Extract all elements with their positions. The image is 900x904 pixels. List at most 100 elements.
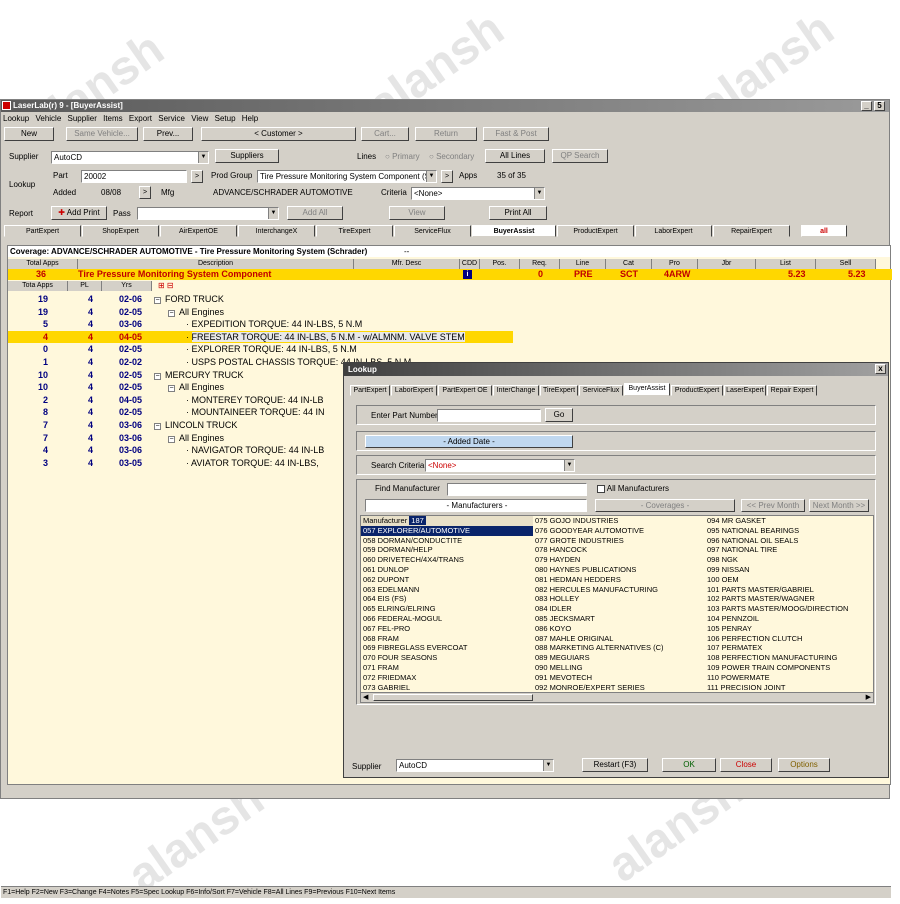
tab-product-expert[interactable]: ProductExpert bbox=[557, 225, 634, 237]
list-item[interactable]: 091 MEVOTECH bbox=[533, 673, 705, 683]
prod-group-next-button[interactable]: > bbox=[441, 170, 453, 183]
same-vehicle-button[interactable]: Same Vehicle... bbox=[66, 127, 138, 141]
expand-all-icon[interactable]: ⊞ ⊟ bbox=[158, 281, 174, 290]
cart-button[interactable]: Cart... bbox=[361, 127, 409, 141]
col-total-apps[interactable]: Total Apps bbox=[8, 259, 78, 269]
find-mfr-input[interactable] bbox=[447, 483, 587, 496]
list-item[interactable]: 081 HEDMAN HEDDERS bbox=[533, 575, 705, 585]
search-criteria-select[interactable]: <None> ▼ bbox=[425, 459, 575, 472]
list-item[interactable]: 084 IDLER bbox=[533, 604, 705, 614]
list-item[interactable]: 098 NGK bbox=[705, 555, 873, 565]
list-item[interactable]: 062 DUPONT bbox=[361, 575, 533, 585]
dialog-tab[interactable]: ServiceFlux bbox=[579, 385, 623, 396]
dialog-tab[interactable]: Repair Expert bbox=[767, 385, 817, 396]
table-row[interactable]: 4 4 04-05 · FREESTAR TORQUE: 44 IN-LBS, 5 N… bbox=[8, 330, 513, 343]
part-number-field[interactable]: 20002 bbox=[81, 170, 187, 183]
col-req[interactable]: Req. bbox=[520, 259, 560, 269]
col-pro[interactable]: Pro bbox=[652, 259, 698, 269]
dialog-tab[interactable]: BuyerAssist bbox=[624, 383, 670, 396]
added-date-button[interactable]: - Added Date - bbox=[365, 435, 573, 448]
menu-view[interactable]: View bbox=[189, 114, 210, 123]
tab-buyer-assist[interactable]: BuyerAssist bbox=[472, 225, 556, 237]
list-item[interactable]: 069 FIBREGLASS EVERCOAT bbox=[361, 643, 533, 653]
menu-service[interactable]: Service bbox=[156, 114, 187, 123]
subcol-pl[interactable]: PL bbox=[68, 281, 102, 291]
list-item[interactable]: 089 MEGUIARS bbox=[533, 653, 705, 663]
all-manufacturers-checkbox[interactable]: All Manufacturers bbox=[597, 484, 669, 493]
list-item[interactable]: 099 NISSAN bbox=[705, 565, 873, 575]
list-item[interactable]: 090 MELLING bbox=[533, 663, 705, 673]
subcol-total-apps[interactable]: Tota Apps bbox=[8, 281, 68, 291]
scroll-left-icon[interactable]: ◀ bbox=[363, 693, 368, 701]
fast-post-button[interactable]: Fast & Post bbox=[483, 127, 549, 141]
prod-group-select[interactable]: Tire Pressure Monitoring System Componen… bbox=[257, 170, 437, 183]
options-button[interactable]: Options bbox=[778, 758, 830, 772]
tab-shop-expert[interactable]: ShopExpert bbox=[82, 225, 159, 237]
table-row[interactable]: 5 4 03-06 · EXPEDITION TORQUE: 44 IN-LBS, 5… bbox=[8, 318, 513, 330]
add-print-button[interactable]: ✚ Add Print bbox=[51, 206, 107, 220]
collapse-toggle-icon[interactable]: − bbox=[154, 297, 161, 304]
collapse-toggle-icon[interactable]: − bbox=[154, 423, 161, 430]
list-item[interactable]: 106 PERFECTION CLUTCH bbox=[705, 634, 873, 644]
list-item[interactable]: 071 FRAM bbox=[361, 663, 533, 673]
menu-help[interactable]: Help bbox=[240, 114, 260, 123]
tab-air-expert-oe[interactable]: AirExpertOE bbox=[160, 225, 237, 237]
dialog-supplier-select[interactable]: AutoCD ▼ bbox=[396, 759, 554, 772]
list-item[interactable]: 092 MONROE/EXPERT SERIES bbox=[533, 683, 705, 693]
all-lines-button[interactable]: All Lines bbox=[485, 149, 545, 163]
dialog-tab[interactable]: PartExpert OE bbox=[438, 385, 492, 396]
list-item[interactable]: 067 FEL-PRO bbox=[361, 624, 533, 634]
list-item[interactable]: 108 PERFECTION MANUFACTURING bbox=[705, 653, 873, 663]
list-item[interactable]: 060 DRIVETECH/4X4/TRANS bbox=[361, 555, 533, 565]
col-sell[interactable]: Sell bbox=[816, 259, 876, 269]
return-button[interactable]: Return bbox=[415, 127, 477, 141]
list-item[interactable]: 058 DORMAN/CONDUCTITE bbox=[361, 536, 533, 546]
col-description[interactable]: Description bbox=[78, 259, 354, 269]
dialog-part-number-input[interactable] bbox=[437, 409, 541, 422]
collapse-toggle-icon[interactable]: − bbox=[168, 309, 175, 317]
list-item[interactable]: 088 MARKETING ALTERNATIVES (C) bbox=[533, 643, 705, 653]
horizontal-scrollbar[interactable]: ◀ ▶ bbox=[361, 692, 873, 702]
list-item[interactable]: 059 DORMAN/HELP bbox=[361, 545, 533, 555]
col-cat[interactable]: Cat bbox=[606, 259, 652, 269]
summary-row[interactable]: 36 Tire Pressure Monitoring System Compo… bbox=[8, 269, 892, 280]
list-item[interactable]: 065 ELRING/ELRING bbox=[361, 604, 533, 614]
table-row[interactable]: 19 4 02-05 − All Engines bbox=[8, 306, 513, 318]
added-next-button[interactable]: > bbox=[139, 186, 151, 199]
tab-tire-expert[interactable]: TireExpert bbox=[316, 225, 393, 237]
tab-service-flux[interactable]: ServiceFlux bbox=[394, 225, 471, 237]
print-all-button[interactable]: Print All bbox=[489, 206, 547, 220]
list-item[interactable]: 105 PENRAY bbox=[705, 624, 873, 634]
list-item[interactable]: 057 EXPLORER/AUTOMOTIVE bbox=[361, 525, 533, 536]
manufacturer-list[interactable]: Manufacturer 187 057 EXPLORER/AUTOMOTIVE… bbox=[360, 515, 874, 703]
new-button[interactable]: New bbox=[4, 127, 54, 141]
list-item[interactable]: 085 JECKSMART bbox=[533, 614, 705, 624]
customer-button[interactable]: < Customer > bbox=[201, 127, 356, 141]
suppliers-button[interactable]: Suppliers bbox=[215, 149, 279, 163]
list-item[interactable]: 094 MR GASKET bbox=[705, 516, 873, 526]
secondary-radio[interactable]: ○ Secondary bbox=[429, 152, 474, 161]
list-item[interactable]: 063 EDELMANN bbox=[361, 585, 533, 595]
menu-supplier[interactable]: Supplier bbox=[66, 114, 99, 123]
col-mfr-desc[interactable]: Mfr. Desc bbox=[354, 259, 460, 269]
list-item[interactable]: 109 POWER TRAIN COMPONENTS bbox=[705, 663, 873, 673]
list-item[interactable]: 064 EIS (FS) bbox=[361, 594, 533, 604]
list-item[interactable]: 061 DUNLOP bbox=[361, 565, 533, 575]
list-item[interactable]: 111 PRECISION JOINT bbox=[705, 683, 873, 693]
add-all-button[interactable]: Add All bbox=[287, 206, 343, 220]
list-item[interactable]: 110 POWERMATE bbox=[705, 673, 873, 683]
part-next-button[interactable]: > bbox=[191, 170, 203, 183]
dialog-tab[interactable]: InterChange bbox=[493, 385, 539, 396]
table-row[interactable]: 0 4 02-05 · EXPLORER TORQUE: 44 IN-LBS, 5 N… bbox=[8, 343, 513, 355]
list-item[interactable]: 107 PERMATEX bbox=[705, 643, 873, 653]
tab-labor-expert[interactable]: LaborExpert bbox=[635, 225, 712, 237]
dialog-tab[interactable]: LaserExpert bbox=[724, 385, 766, 396]
minimize-button[interactable]: _ bbox=[861, 101, 872, 111]
dialog-tab[interactable]: PartExpert bbox=[350, 385, 390, 396]
list-item[interactable]: 075 GOJO INDUSTRIES bbox=[533, 516, 705, 526]
menu-items[interactable]: Items bbox=[101, 114, 125, 123]
ok-button[interactable]: OK bbox=[662, 758, 716, 772]
list-item[interactable]: 068 FRAM bbox=[361, 634, 533, 644]
prev-button[interactable]: Prev... bbox=[143, 127, 193, 141]
dialog-tab[interactable]: LaborExpert bbox=[391, 385, 437, 396]
